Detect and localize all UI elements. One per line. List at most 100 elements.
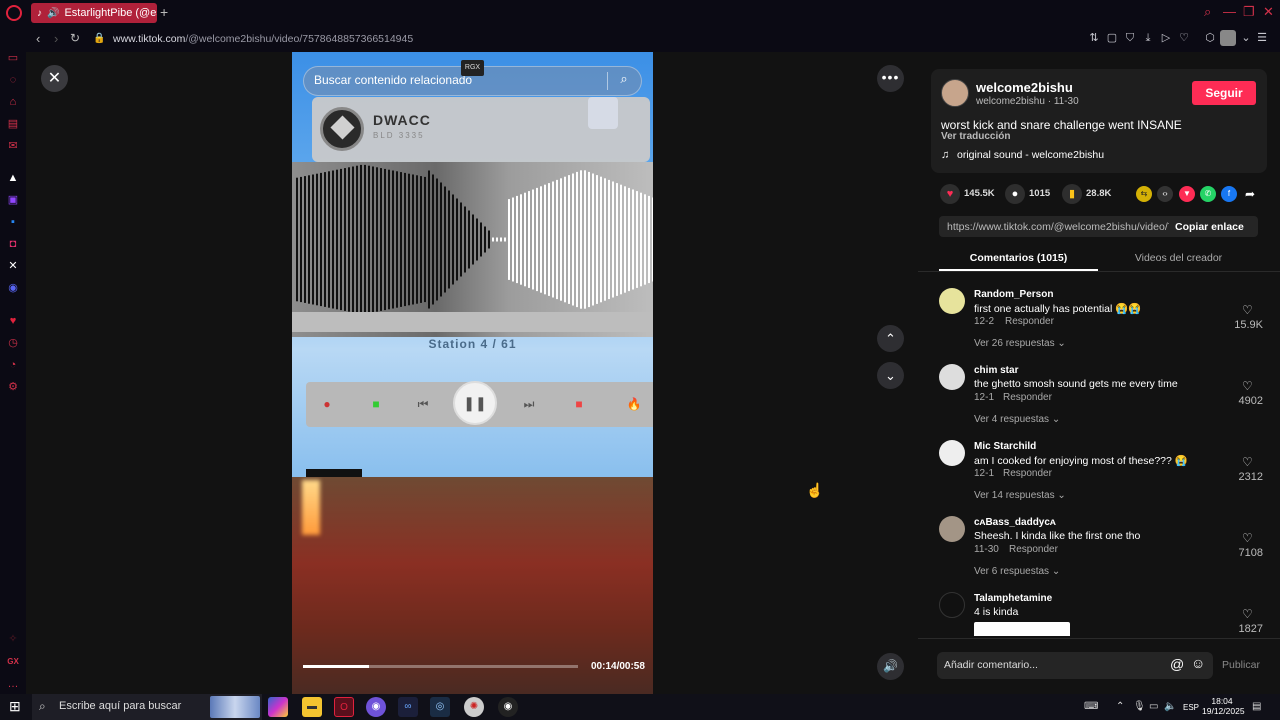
previous-video-icon[interactable]: ⌃ (877, 325, 904, 352)
sidebar-aria-icon[interactable]: ▭ (6, 51, 20, 65)
embed-icon[interactable]: ‹› (1157, 186, 1173, 202)
notifications-icon[interactable]: ▤ (1252, 701, 1261, 712)
next-video-icon[interactable]: ⌄ (877, 362, 904, 389)
sidebar-twitch-icon[interactable]: ▣ (6, 193, 20, 207)
sidebar-settings-icon[interactable]: ⚙ (6, 380, 20, 394)
copy-link-button[interactable]: Copiar enlace (1175, 221, 1244, 233)
sidebar-favorites-icon[interactable]: ♥ (6, 314, 20, 328)
file-explorer-icon[interactable]: ▬ (302, 697, 322, 717)
tab-comments[interactable]: Comentarios (1015) (939, 252, 1098, 264)
progress-bar[interactable] (303, 665, 578, 668)
reload-icon[interactable]: ↻ (70, 31, 80, 45)
speaker-icon[interactable]: 🔊 (47, 8, 59, 19)
comment-avatar[interactable] (939, 592, 965, 618)
volume-tray-icon[interactable]: 🔈 (1164, 701, 1176, 712)
author-name[interactable]: welcome2bishu (976, 80, 1073, 95)
reply-button[interactable]: Responder (1003, 468, 1052, 479)
extensions-icon[interactable]: ⬡ (1204, 32, 1216, 44)
app-icon[interactable]: ✺ (464, 697, 484, 717)
sidebar-news-icon[interactable]: ▤ (6, 117, 20, 131)
follow-button[interactable]: Seguir (1192, 81, 1256, 105)
steam-icon[interactable]: ◎ (430, 697, 450, 717)
heart-icon[interactable]: ♡ (1178, 32, 1190, 44)
opera-logo-icon[interactable] (6, 5, 22, 21)
browser-tab[interactable]: ♪ 🔊 EstarlightPibe (@estar (31, 3, 157, 23)
author-avatar[interactable] (941, 79, 969, 107)
video-link[interactable]: https://www.tiktok.com/@welcome2bishu/vi… (947, 221, 1169, 233)
sidebar-store-icon[interactable]: ⌂ (6, 95, 20, 109)
view-replies-button[interactable]: Ver 26 respuestas ⌄ (974, 338, 1066, 349)
emoji-icon[interactable]: ☺ (1191, 655, 1205, 671)
obs-icon[interactable]: ◉ (498, 697, 518, 717)
close-icon[interactable]: ✕ (41, 65, 68, 92)
post-comment-button[interactable]: Publicar (1222, 659, 1260, 671)
windows-start-icon[interactable]: ⊞ (9, 698, 21, 715)
comment-image[interactable] (974, 622, 1070, 636)
comment-like-icon[interactable]: ♡ (1242, 531, 1253, 545)
comment-avatar[interactable] (939, 440, 965, 466)
minimize-icon[interactable]: — (1223, 4, 1236, 19)
comment-like-icon[interactable]: ♡ (1242, 455, 1253, 469)
sidebar-clock-icon[interactable]: ◷ (6, 336, 20, 350)
url-field[interactable]: www.tiktok.com/@welcome2bishu/video/7578… (113, 33, 413, 45)
language-indicator[interactable]: ESP (1183, 703, 1199, 712)
menu-icon[interactable]: ☰ (1256, 32, 1268, 44)
sidebar-discord-icon[interactable]: ◉ (6, 281, 20, 295)
volume-icon[interactable]: 🔊 (877, 653, 904, 680)
comment-user[interactable]: ᴄᴀBass_daddyᴄᴀ (974, 517, 1056, 528)
profile-avatar[interactable] (1220, 30, 1236, 46)
sidebar-vk-icon[interactable]: ▪ (6, 215, 20, 229)
view-replies-button[interactable]: Ver 4 respuestas ⌄ (974, 414, 1060, 425)
sidebar-pin-icon[interactable]: ✧ (6, 632, 20, 646)
reply-button[interactable]: Responder (1009, 544, 1058, 555)
comment-avatar[interactable] (939, 288, 965, 314)
comment-user[interactable]: Mic Starchild (974, 441, 1036, 452)
comment-like-icon[interactable]: ♡ (1242, 607, 1253, 621)
sidebar-mail-icon[interactable]: ✉ (6, 139, 20, 153)
comment-avatar[interactable] (939, 364, 965, 390)
view-replies-button[interactable]: Ver 14 respuestas ⌄ (974, 490, 1066, 501)
search-tabs-icon[interactable]: ⌕ (1204, 4, 1211, 20)
sidebar-chat-icon[interactable]: ◔ (6, 358, 20, 372)
like-icon[interactable]: ♥ (940, 184, 960, 204)
search-icon[interactable]: ⌕ (615, 70, 633, 88)
opera-gx-taskbar-icon[interactable]: O (334, 697, 354, 717)
sidebar-more-icon[interactable]: … (6, 677, 20, 691)
reply-button[interactable]: Responder (1003, 392, 1052, 403)
sidebar-gx-icon[interactable]: GX (6, 655, 20, 669)
discord-taskbar-icon[interactable]: ◉ (366, 697, 386, 717)
taskbar-clock[interactable]: 18:04 19/12/2025 (1202, 696, 1245, 716)
download-icon[interactable]: ⤓ (1142, 32, 1154, 44)
send-icon[interactable]: ▼ (1179, 186, 1195, 202)
copilot-icon[interactable] (268, 697, 288, 717)
comment-user[interactable]: Talamphetamine (974, 593, 1052, 604)
maximize-icon[interactable]: ❐ (1243, 4, 1255, 20)
meta-icon[interactable]: ∞ (398, 697, 418, 717)
whatsapp-icon[interactable]: ✆ (1200, 186, 1216, 202)
comment-user[interactable]: Random_Person (974, 289, 1053, 300)
comment-avatar[interactable] (939, 516, 965, 542)
view-replies-button[interactable]: Ver 6 respuestas ⌄ (974, 566, 1060, 577)
reply-button[interactable]: Responder (1005, 316, 1054, 327)
tray-chevron-icon[interactable]: ⌃ (1116, 701, 1124, 712)
close-window-icon[interactable]: ✕ (1263, 4, 1274, 20)
back-icon[interactable]: ‹ (36, 31, 40, 46)
new-tab-button[interactable]: + (160, 4, 168, 20)
repost-icon[interactable]: ⇆ (1136, 186, 1152, 202)
sidebar-x-icon[interactable]: ✕ (6, 259, 20, 273)
bookmark-icon[interactable]: ▮ (1062, 184, 1082, 204)
share-more-icon[interactable]: ➦ (1242, 186, 1258, 202)
sidebar-arc-icon[interactable]: ▲ (6, 171, 20, 185)
sidebar-history-icon[interactable]: ◌ (6, 73, 20, 87)
comment-like-icon[interactable]: ♡ (1242, 379, 1253, 393)
comment-like-icon[interactable]: ♡ (1242, 303, 1253, 317)
microphone-icon[interactable]: 🎙 (1133, 701, 1146, 712)
tab-creator-videos[interactable]: Videos del creador (1099, 252, 1258, 264)
comment-user[interactable]: chim star (974, 365, 1018, 376)
sound-link[interactable]: original sound - welcome2bishu (957, 149, 1104, 161)
more-options-icon[interactable]: ••• (877, 65, 904, 92)
snapshot-icon[interactable]: ▢ (1106, 32, 1118, 44)
dropdown-icon[interactable]: ⌄ (1240, 32, 1252, 44)
play-icon[interactable]: ▷ (1160, 32, 1172, 44)
shield-icon[interactable]: ⛉ (1124, 32, 1136, 44)
